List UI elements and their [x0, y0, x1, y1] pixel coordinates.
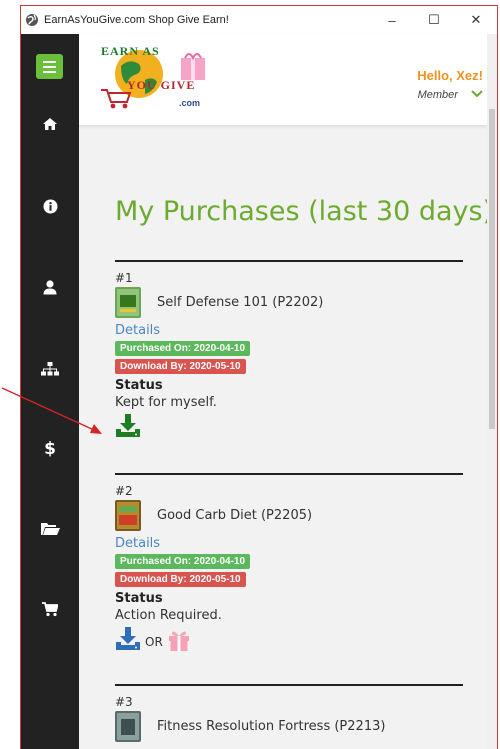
menu-icon[interactable] — [36, 54, 63, 79]
download-icon[interactable] — [115, 627, 141, 651]
divider — [115, 260, 463, 262]
window-title: EarnAsYouGive.com Shop Give Earn! — [44, 14, 229, 26]
sidebar: $ — [21, 34, 79, 749]
minimize-button[interactable]: – — [371, 6, 413, 34]
gift-icon[interactable] — [167, 629, 191, 651]
chevron-down-icon[interactable] — [471, 89, 483, 98]
details-link[interactable]: Details — [115, 536, 463, 551]
purchase-item: #1 Self Defense 101 (P2202) Details Purc… — [115, 271, 463, 438]
maximize-button[interactable]: ☐ — [413, 6, 455, 34]
status-heading: Status — [115, 591, 163, 606]
home-icon[interactable] — [21, 114, 79, 134]
logo-domain: .com — [179, 98, 201, 108]
site-header: EARN AS YOU GIVE .com Hello, Xez! Member — [79, 34, 489, 126]
download-by-badge: Download By: 2020-05-10 — [115, 572, 246, 587]
folder-open-icon[interactable] — [21, 519, 79, 539]
site-logo[interactable]: EARN AS YOU GIVE .com — [99, 40, 209, 112]
sitemap-icon[interactable] — [21, 359, 79, 379]
greeting: Hello, Xez! — [417, 68, 483, 83]
product-cover — [115, 710, 141, 742]
globe-icon — [26, 14, 38, 26]
info-icon[interactable] — [21, 196, 79, 216]
purchase-number: #1 — [115, 271, 133, 285]
cart-icon[interactable] — [21, 599, 79, 619]
page-title: My Purchases (last 30 days) — [115, 196, 494, 227]
scrollbar[interactable] — [487, 34, 497, 749]
purchase-number: #2 — [115, 484, 133, 498]
divider — [115, 684, 463, 686]
user-icon[interactable] — [21, 277, 79, 297]
dollar-icon[interactable]: $ — [21, 439, 79, 459]
purchased-on-badge: Purchased On: 2020-04-10 — [115, 341, 251, 356]
status-heading: Status — [115, 378, 163, 393]
user-role: Member — [417, 89, 458, 101]
scrollbar-thumb[interactable] — [489, 109, 495, 429]
status-text: Kept for myself. — [115, 395, 217, 410]
product-name: Self Defense 101 (P2202) — [157, 294, 324, 310]
close-button[interactable]: ✕ — [455, 6, 497, 34]
main-area: EARN AS YOU GIVE .com Hello, Xez! Member… — [79, 34, 493, 749]
details-link[interactable]: Details — [115, 323, 463, 338]
download-icon[interactable] — [115, 414, 141, 438]
product-cover — [115, 286, 141, 318]
logo-line2: YOU GIVE — [127, 78, 196, 92]
title-bar: EarnAsYouGive.com Shop Give Earn! – ☐ ✕ — [21, 6, 497, 34]
purchase-item: #3 Fitness Resolution Fortress (P2213) — [115, 695, 463, 742]
purchase-number: #3 — [115, 695, 133, 709]
user-menu[interactable]: Hello, Xez! Member — [417, 68, 483, 102]
product-cover — [115, 499, 141, 531]
product-name: Fitness Resolution Fortress (P2213) — [157, 718, 386, 734]
download-by-badge: Download By: 2020-05-10 — [115, 359, 246, 374]
status-text: Action Required. — [115, 608, 222, 623]
divider — [115, 473, 463, 475]
product-name: Good Carb Diet (P2205) — [157, 507, 313, 523]
app-window: EarnAsYouGive.com Shop Give Earn! – ☐ ✕ … — [20, 5, 498, 749]
purchase-item: #2 Good Carb Diet (P2205) Details Purcha… — [115, 484, 463, 651]
purchased-on-badge: Purchased On: 2020-04-10 — [115, 554, 251, 569]
or-label: OR — [145, 635, 163, 649]
logo-line1: EARN AS — [101, 44, 160, 58]
